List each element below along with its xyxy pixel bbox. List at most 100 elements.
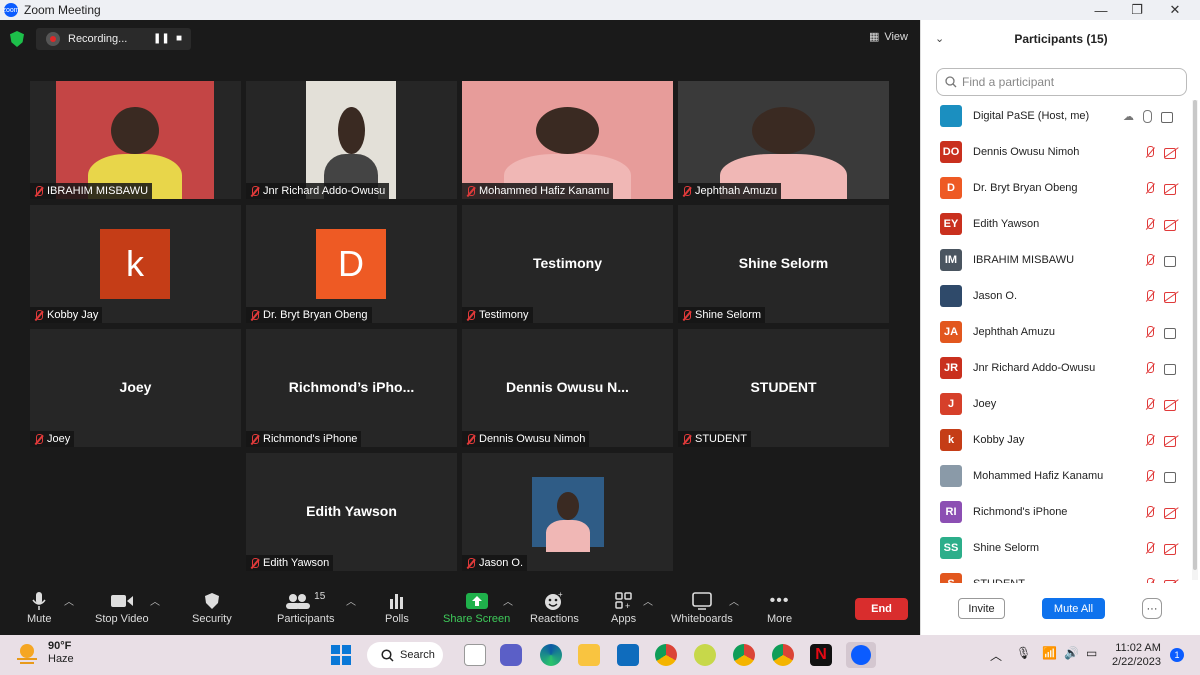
- video-on-icon[interactable]: [1164, 255, 1179, 267]
- netflix-icon[interactable]: N: [810, 644, 832, 666]
- video-off-icon[interactable]: [1164, 579, 1179, 583]
- teams-chat-icon[interactable]: [500, 644, 522, 666]
- participant-row[interactable]: DO Dennis Owusu Nimoh: [921, 134, 1191, 170]
- participant-row[interactable]: S STUDENT: [921, 566, 1191, 583]
- participant-row[interactable]: J Joey: [921, 386, 1191, 422]
- clock[interactable]: 11:02 AM 2/22/2023: [1112, 641, 1161, 669]
- participant-row[interactable]: Jason O.: [921, 278, 1191, 314]
- microphone-tray-icon[interactable]: 🎙: [1016, 646, 1031, 660]
- participant-row[interactable]: RI Richmond's iPhone: [921, 494, 1191, 530]
- video-off-icon[interactable]: [1164, 219, 1179, 231]
- maximize-button[interactable]: ❐: [1122, 0, 1152, 20]
- video-tile[interactable]: Mohammed Hafiz Kanamu: [462, 81, 673, 199]
- stop-recording-button[interactable]: ■: [176, 34, 186, 44]
- video-off-icon[interactable]: [1164, 183, 1179, 195]
- muted-microphone-icon[interactable]: [1144, 433, 1155, 447]
- view-button[interactable]: ▦ View: [869, 30, 908, 44]
- reactions-button[interactable]: + Reactions: [530, 589, 579, 625]
- muted-microphone-icon[interactable]: [1144, 217, 1155, 231]
- mute-button[interactable]: Mute: [27, 589, 51, 625]
- video-off-icon[interactable]: [1164, 291, 1179, 303]
- video-tile[interactable]: Jephthah Amuzu: [678, 81, 889, 199]
- battery-icon[interactable]: ▭: [1086, 646, 1097, 660]
- participant-list-scrollbar[interactable]: [1192, 100, 1198, 580]
- chrome-icon[interactable]: [655, 644, 677, 666]
- task-view-icon[interactable]: [464, 644, 486, 666]
- participants-button[interactable]: 15 Participants: [277, 589, 334, 626]
- video-tile[interactable]: D Dr. Bryt Bryan Obeng: [246, 205, 457, 323]
- muted-microphone-icon[interactable]: [1144, 253, 1155, 267]
- edge-browser-icon[interactable]: [540, 644, 562, 666]
- muted-microphone-icon[interactable]: [1144, 181, 1155, 195]
- mute-all-button[interactable]: Mute All: [1042, 598, 1105, 619]
- share-caret-icon[interactable]: ︿: [503, 593, 513, 608]
- security-button[interactable]: Security: [192, 589, 232, 625]
- muted-microphone-icon[interactable]: [1144, 469, 1155, 483]
- participant-row[interactable]: SS Shine Selorm: [921, 530, 1191, 566]
- muted-microphone-icon[interactable]: [1144, 145, 1155, 159]
- video-on-icon[interactable]: [1164, 471, 1179, 483]
- participant-row[interactable]: JA Jephthah Amuzu: [921, 314, 1191, 350]
- volume-icon[interactable]: 🔊: [1064, 646, 1079, 660]
- wifi-icon[interactable]: 📶: [1042, 646, 1057, 660]
- show-hidden-icons-chevron-icon[interactable]: ︿: [990, 647, 1002, 664]
- participant-row[interactable]: D Dr. Bryt Bryan Obeng: [921, 170, 1191, 206]
- whiteboards-button[interactable]: Whiteboards: [671, 589, 733, 625]
- more-options-button[interactable]: ···: [1142, 598, 1162, 619]
- video-on-icon[interactable]: [1164, 363, 1179, 375]
- file-explorer-icon[interactable]: [578, 644, 600, 666]
- chrome-profile-icon[interactable]: [733, 644, 755, 666]
- video-tile[interactable]: Edith Yawson Edith Yawson: [246, 453, 457, 571]
- video-options-caret-icon[interactable]: ︿: [150, 593, 160, 608]
- share-screen-button[interactable]: Share Screen: [443, 589, 510, 625]
- taskbar-search-button[interactable]: Search: [367, 642, 443, 668]
- end-meeting-button[interactable]: End: [855, 598, 908, 620]
- video-tile[interactable]: Jnr Richard Addo-Owusu: [246, 81, 457, 199]
- participant-row[interactable]: JR Jnr Richard Addo-Owusu: [921, 350, 1191, 386]
- close-button[interactable]: ✕: [1160, 0, 1190, 20]
- encryption-shield-icon[interactable]: [10, 31, 24, 47]
- polls-button[interactable]: Polls: [385, 589, 409, 625]
- video-off-icon[interactable]: [1164, 435, 1179, 447]
- audio-options-caret-icon[interactable]: ︿: [64, 593, 74, 608]
- video-off-icon[interactable]: [1164, 147, 1179, 159]
- chrome-profile-2-icon[interactable]: [772, 644, 794, 666]
- pause-recording-button[interactable]: ❚❚: [153, 34, 170, 44]
- apps-caret-icon[interactable]: ︿: [643, 593, 653, 608]
- muted-microphone-icon[interactable]: [1144, 361, 1155, 375]
- participant-row[interactable]: Digital PaSE (Host, me) ☁: [921, 98, 1191, 134]
- muted-microphone-icon[interactable]: [1144, 577, 1155, 583]
- app-icon[interactable]: [694, 644, 716, 666]
- stop-video-button[interactable]: Stop Video: [95, 589, 149, 625]
- video-tile[interactable]: STUDENT STUDENT: [678, 329, 889, 447]
- notification-badge[interactable]: 1: [1170, 648, 1184, 662]
- whiteboards-caret-icon[interactable]: ︿: [729, 593, 739, 608]
- windows-start-icon[interactable]: [330, 644, 352, 666]
- video-on-icon[interactable]: [1164, 327, 1179, 339]
- apps-button[interactable]: + Apps: [611, 589, 636, 625]
- muted-microphone-icon[interactable]: [1144, 289, 1155, 303]
- muted-microphone-icon[interactable]: [1144, 325, 1155, 339]
- weather-widget[interactable]: 90°F Haze: [14, 640, 74, 666]
- video-tile[interactable]: k Kobby Jay: [30, 205, 241, 323]
- video-tile[interactable]: IBRAHIM MISBAWU: [30, 81, 241, 199]
- participant-search-input[interactable]: Find a participant: [936, 68, 1187, 96]
- participant-row[interactable]: EY Edith Yawson: [921, 206, 1191, 242]
- zoom-taskbar-icon[interactable]: [846, 642, 876, 668]
- participant-row[interactable]: k Kobby Jay: [921, 422, 1191, 458]
- video-off-icon[interactable]: [1164, 543, 1179, 555]
- video-tile[interactable]: Joey Joey: [30, 329, 241, 447]
- video-tile[interactable]: Shine Selorm Shine Selorm: [678, 205, 889, 323]
- microphone-on-icon[interactable]: [1143, 109, 1152, 123]
- mail-icon[interactable]: [617, 644, 639, 666]
- video-tile[interactable]: Richmond’s iPho... Richmond's iPhone: [246, 329, 457, 447]
- participant-row[interactable]: Mohammed Hafiz Kanamu: [921, 458, 1191, 494]
- muted-microphone-icon[interactable]: [1144, 541, 1155, 555]
- video-on-icon[interactable]: [1161, 111, 1176, 123]
- muted-microphone-icon[interactable]: [1144, 505, 1155, 519]
- video-tile[interactable]: Testimony Testimony: [462, 205, 673, 323]
- minimize-button[interactable]: —: [1086, 0, 1116, 20]
- video-tile[interactable]: Jason O.: [462, 453, 673, 571]
- invite-button[interactable]: Invite: [958, 598, 1005, 619]
- video-off-icon[interactable]: [1164, 507, 1179, 519]
